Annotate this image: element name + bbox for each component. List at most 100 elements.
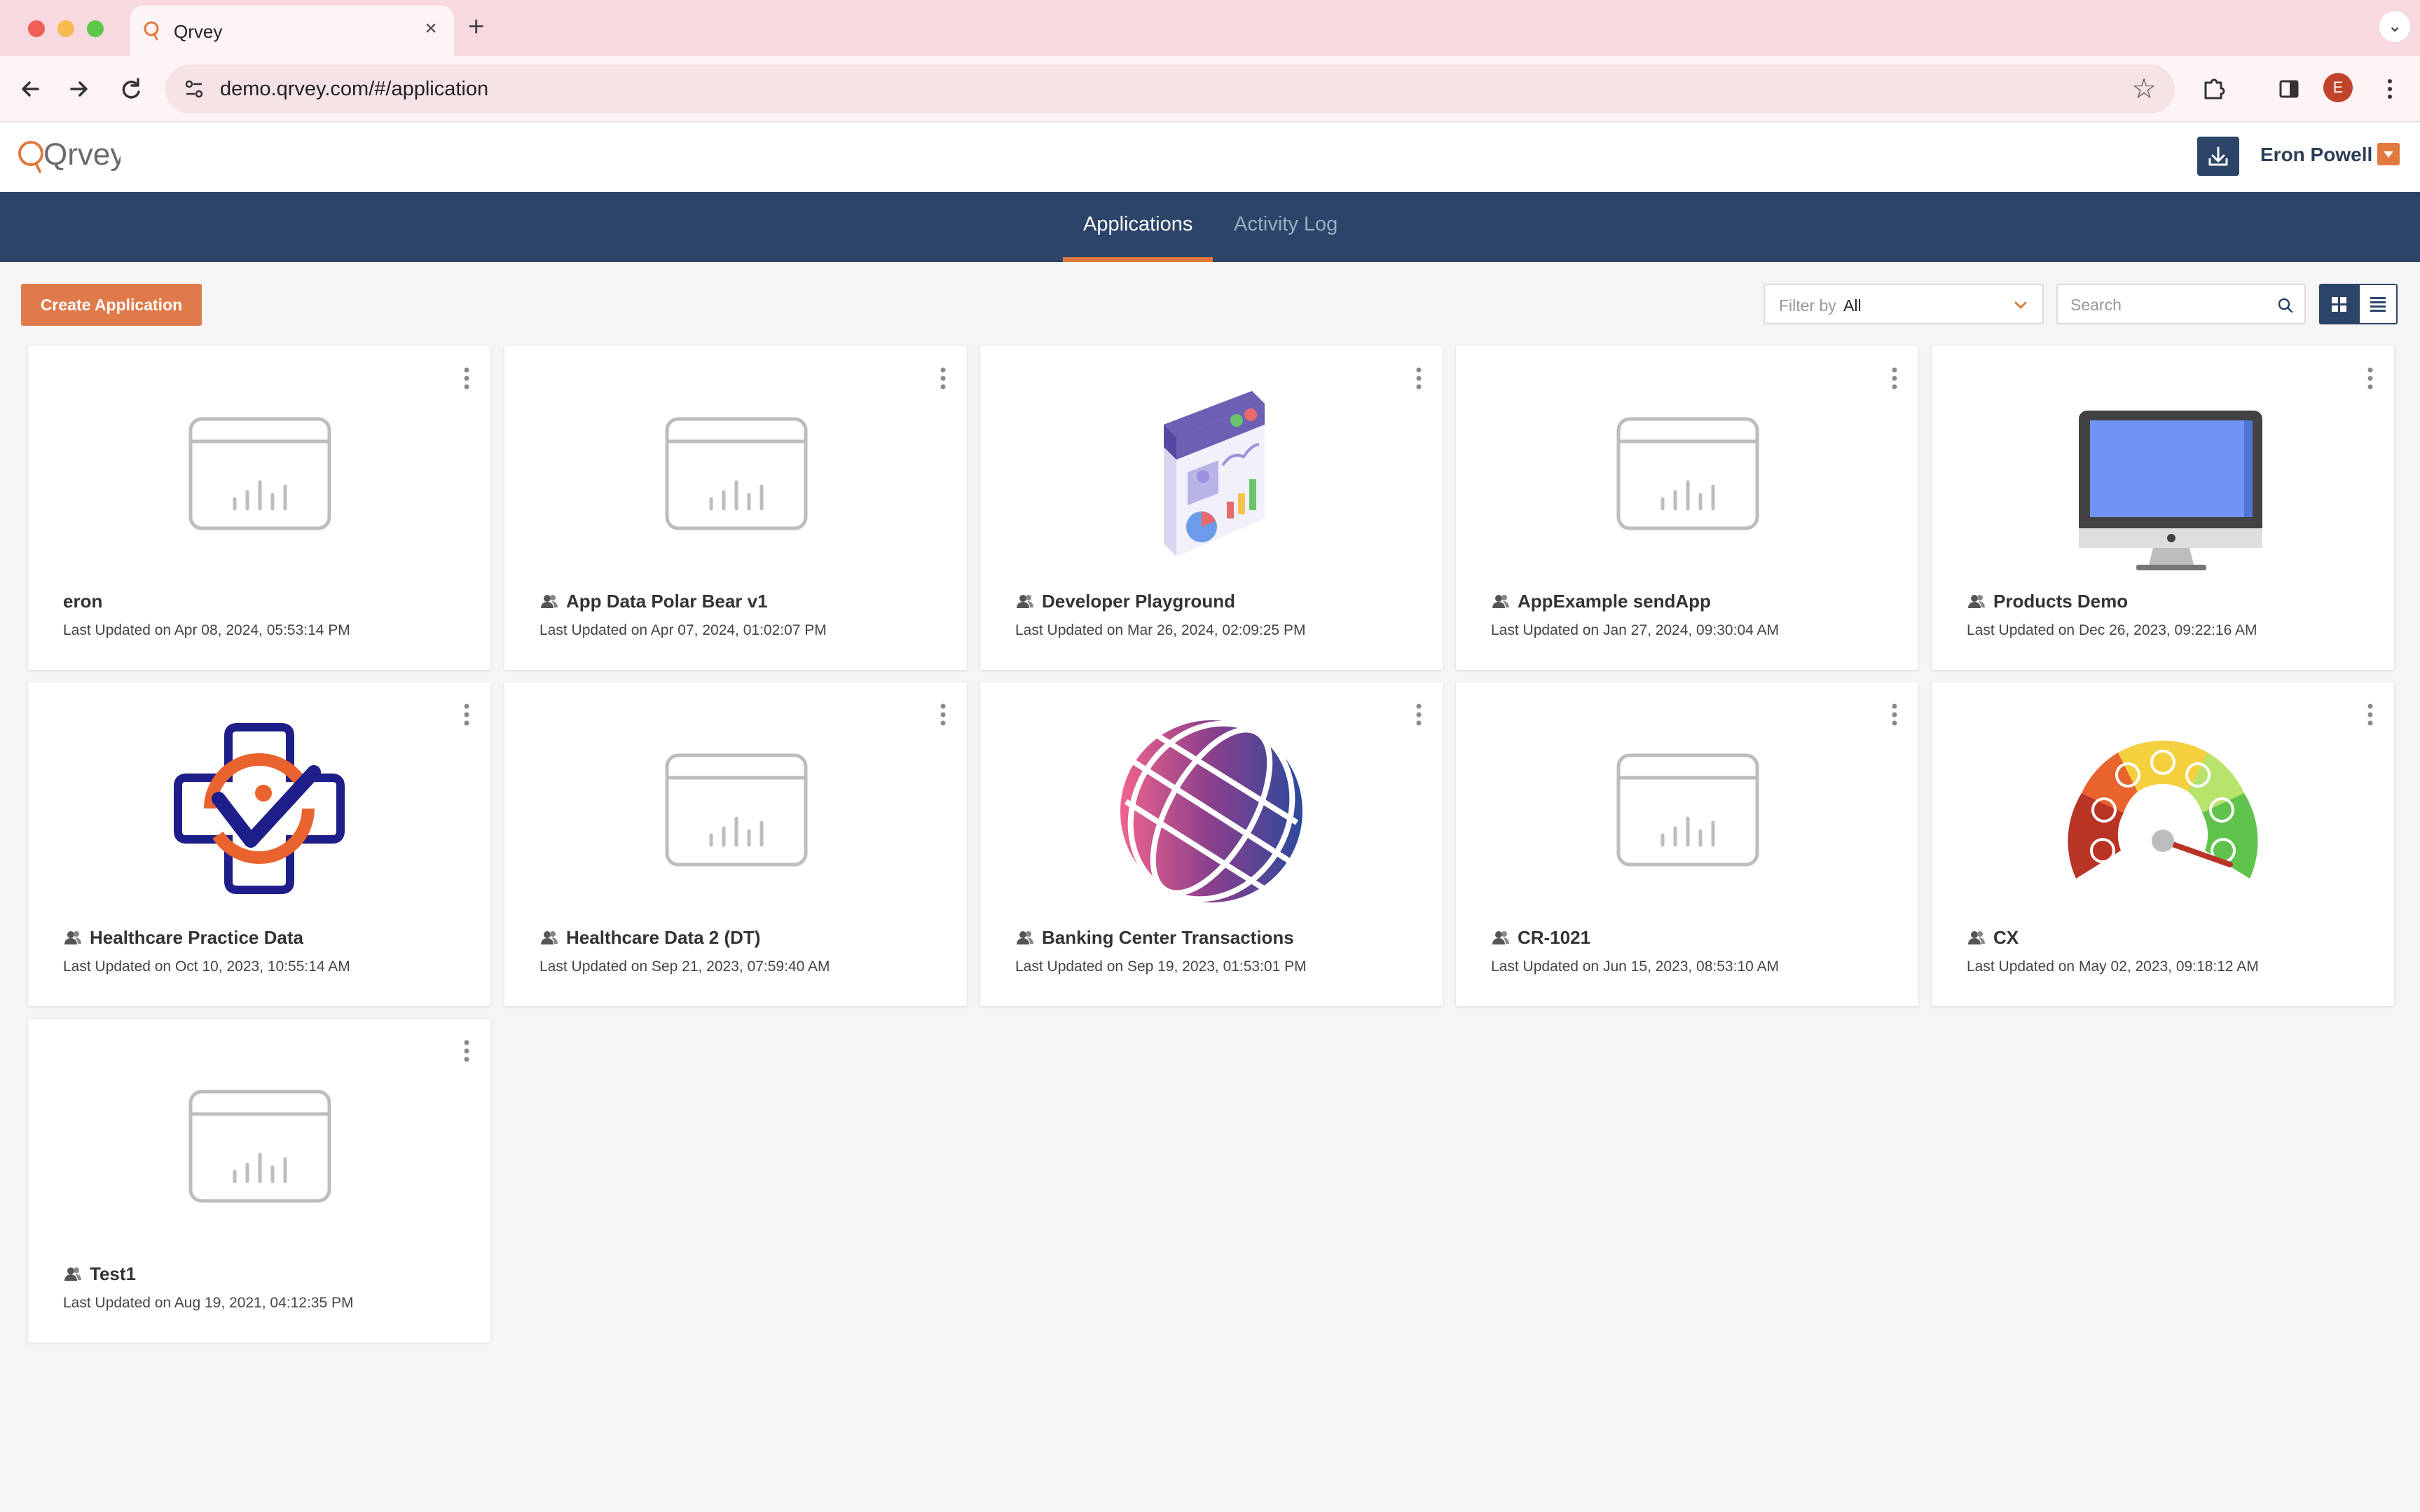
- card-kebab-menu-icon[interactable]: [2363, 364, 2377, 392]
- site-info-icon[interactable]: [181, 76, 207, 102]
- search-icon[interactable]: [2276, 296, 2295, 315]
- placeholder-chart-icon[interactable]: [147, 1054, 371, 1250]
- filter-label: Filter by: [1779, 296, 1836, 315]
- card-kebab-menu-icon[interactable]: [936, 701, 950, 729]
- card-kebab-menu-icon[interactable]: [936, 364, 950, 392]
- reload-icon[interactable]: [115, 73, 147, 105]
- placeholder-chart-icon[interactable]: [1575, 381, 1799, 577]
- new-tab-button[interactable]: +: [468, 13, 484, 41]
- tab-title: Qrvey: [174, 21, 223, 42]
- card-title-row: Healthcare Data 2 (DT): [539, 925, 760, 950]
- application-card[interactable]: AppExample sendApp Last Updated on Jan 27…: [1456, 346, 1918, 670]
- shared-users-icon: [541, 595, 558, 608]
- card-title-row: Products Demo: [1967, 589, 2128, 614]
- qrvey-favicon-icon: [144, 21, 159, 41]
- active-tab-indicator: [1063, 257, 1213, 262]
- placeholder-chart-icon[interactable]: [624, 717, 848, 914]
- logo-text: Qrvey: [43, 137, 121, 172]
- tab-activity-log[interactable]: Activity Log: [1234, 213, 1338, 236]
- grid-icon: [2332, 297, 2346, 312]
- application-card[interactable]: Healthcare Data 2 (DT) Last Updated on Se…: [504, 682, 967, 1006]
- card-title[interactable]: CR-1021: [1518, 927, 1590, 949]
- shared-users-icon: [541, 931, 558, 944]
- satisfaction-gauge[interactable]: [2051, 717, 2275, 914]
- download-button[interactable]: [2197, 137, 2239, 176]
- card-title[interactable]: Healthcare Data 2 (DT): [566, 927, 760, 949]
- qrvey-logo[interactable]: Qrvey: [15, 134, 121, 180]
- card-last-updated: Last Updated on Aug 19, 2021, 04:12:35 P…: [63, 1295, 354, 1311]
- tab-applications[interactable]: Applications: [1083, 213, 1192, 236]
- browser-menu-kebab-icon[interactable]: [2374, 73, 2406, 105]
- card-last-updated: Last Updated on May 02, 2023, 09:18:12 A…: [1967, 958, 2259, 975]
- card-title[interactable]: eron: [63, 591, 102, 612]
- card-title[interactable]: Products Demo: [1993, 591, 2128, 612]
- card-title-row: Healthcare Practice Data: [63, 925, 303, 950]
- card-title[interactable]: App Data Polar Bear v1: [566, 591, 768, 612]
- filter-dropdown[interactable]: Filter by All: [1764, 284, 2044, 324]
- placeholder-chart-icon[interactable]: [1575, 717, 1799, 914]
- card-kebab-menu-icon[interactable]: [1888, 364, 1902, 392]
- grid-view-toggle[interactable]: [2319, 284, 2358, 324]
- window-minimize-button[interactable]: [57, 20, 74, 37]
- back-arrow-icon[interactable]: [14, 73, 46, 105]
- tab-search-chevron-icon[interactable]: ⌄: [2379, 11, 2410, 42]
- window-close-button[interactable]: [28, 20, 45, 37]
- tab-close-icon[interactable]: ×: [419, 17, 443, 41]
- download-icon: [2208, 146, 2228, 166]
- placeholder-chart-icon[interactable]: [147, 381, 371, 577]
- card-title[interactable]: Developer Playground: [1042, 591, 1235, 612]
- globe-illustration[interactable]: [1099, 717, 1324, 914]
- shared-users-icon: [64, 1267, 81, 1281]
- card-title-row: CR-1021: [1491, 925, 1590, 950]
- card-title-row: CX: [1967, 925, 2019, 950]
- card-kebab-menu-icon[interactable]: [1412, 701, 1426, 729]
- medical-cross-logo[interactable]: [147, 717, 371, 914]
- user-menu-caret[interactable]: [2377, 143, 2400, 165]
- application-card[interactable]: App Data Polar Bear v1 Last Updated on Ap…: [504, 346, 967, 670]
- shared-users-icon: [64, 931, 81, 944]
- card-last-updated: Last Updated on Sep 21, 2023, 07:59:40 A…: [539, 958, 830, 975]
- placeholder-chart-icon[interactable]: [624, 381, 848, 577]
- card-title[interactable]: CX: [1993, 927, 2019, 949]
- bookmark-star-icon[interactable]: ☆: [2131, 71, 2157, 106]
- browser-tab-active[interactable]: Qrvey ×: [130, 6, 454, 56]
- list-view-toggle[interactable]: [2358, 284, 2398, 324]
- card-title[interactable]: Banking Center Transactions: [1042, 927, 1294, 949]
- caret-down-icon: [2384, 151, 2393, 158]
- card-title[interactable]: AppExample sendApp: [1518, 591, 1711, 612]
- main-navbar: Applications Activity Log: [0, 192, 2420, 262]
- application-card[interactable]: CR-1021 Last Updated on Jun 15, 2023, 08:…: [1456, 682, 1918, 1006]
- monitor-illustration[interactable]: [2051, 381, 2275, 577]
- search-input[interactable]: [2070, 294, 2267, 316]
- user-name[interactable]: Eron Powell: [2260, 144, 2372, 166]
- card-title-row: App Data Polar Bear v1: [539, 589, 768, 614]
- card-title-row: Developer Playground: [1015, 589, 1235, 614]
- card-kebab-menu-icon[interactable]: [460, 1037, 474, 1065]
- application-card[interactable]: CX Last Updated on May 02, 2023, 09:18:12…: [1932, 682, 2394, 1006]
- address-bar[interactable]: demo.qrvey.com/#/application ☆: [165, 64, 2175, 114]
- application-card[interactable]: Developer Playground Last Updated on Mar …: [980, 346, 1443, 670]
- card-kebab-menu-icon[interactable]: [460, 701, 474, 729]
- application-card[interactable]: eron Last Updated on Apr 08, 2024, 05:53:…: [28, 346, 490, 670]
- browser-tabstrip: Qrvey × + ⌄: [0, 0, 2420, 56]
- card-kebab-menu-icon[interactable]: [1888, 701, 1902, 729]
- card-title[interactable]: Healthcare Practice Data: [90, 927, 303, 949]
- card-title[interactable]: Test1: [90, 1263, 136, 1285]
- application-card[interactable]: Test1 Last Updated on Aug 19, 2021, 04:12…: [28, 1019, 490, 1342]
- application-card[interactable]: Banking Center Transactions Last Updated …: [980, 682, 1443, 1006]
- card-kebab-menu-icon[interactable]: [1412, 364, 1426, 392]
- app-header: Qrvey Eron Powell: [0, 123, 2420, 192]
- card-kebab-menu-icon[interactable]: [2363, 701, 2377, 729]
- forward-arrow-icon[interactable]: [63, 73, 95, 105]
- side-panel-icon[interactable]: [2273, 73, 2305, 105]
- application-card[interactable]: Products Demo Last Updated on Dec 26, 202…: [1932, 346, 2394, 670]
- create-application-button[interactable]: Create Application: [21, 284, 202, 326]
- application-card[interactable]: Healthcare Practice Data Last Updated on …: [28, 682, 490, 1006]
- window-zoom-button[interactable]: [87, 20, 104, 37]
- dashboard-illustration[interactable]: [1099, 381, 1324, 577]
- extensions-puzzle-icon[interactable]: [2197, 73, 2229, 105]
- shared-users-icon: [1968, 595, 1985, 608]
- card-kebab-menu-icon[interactable]: [460, 364, 474, 392]
- address-url[interactable]: demo.qrvey.com/#/application: [220, 78, 488, 101]
- profile-avatar[interactable]: E: [2323, 73, 2353, 102]
